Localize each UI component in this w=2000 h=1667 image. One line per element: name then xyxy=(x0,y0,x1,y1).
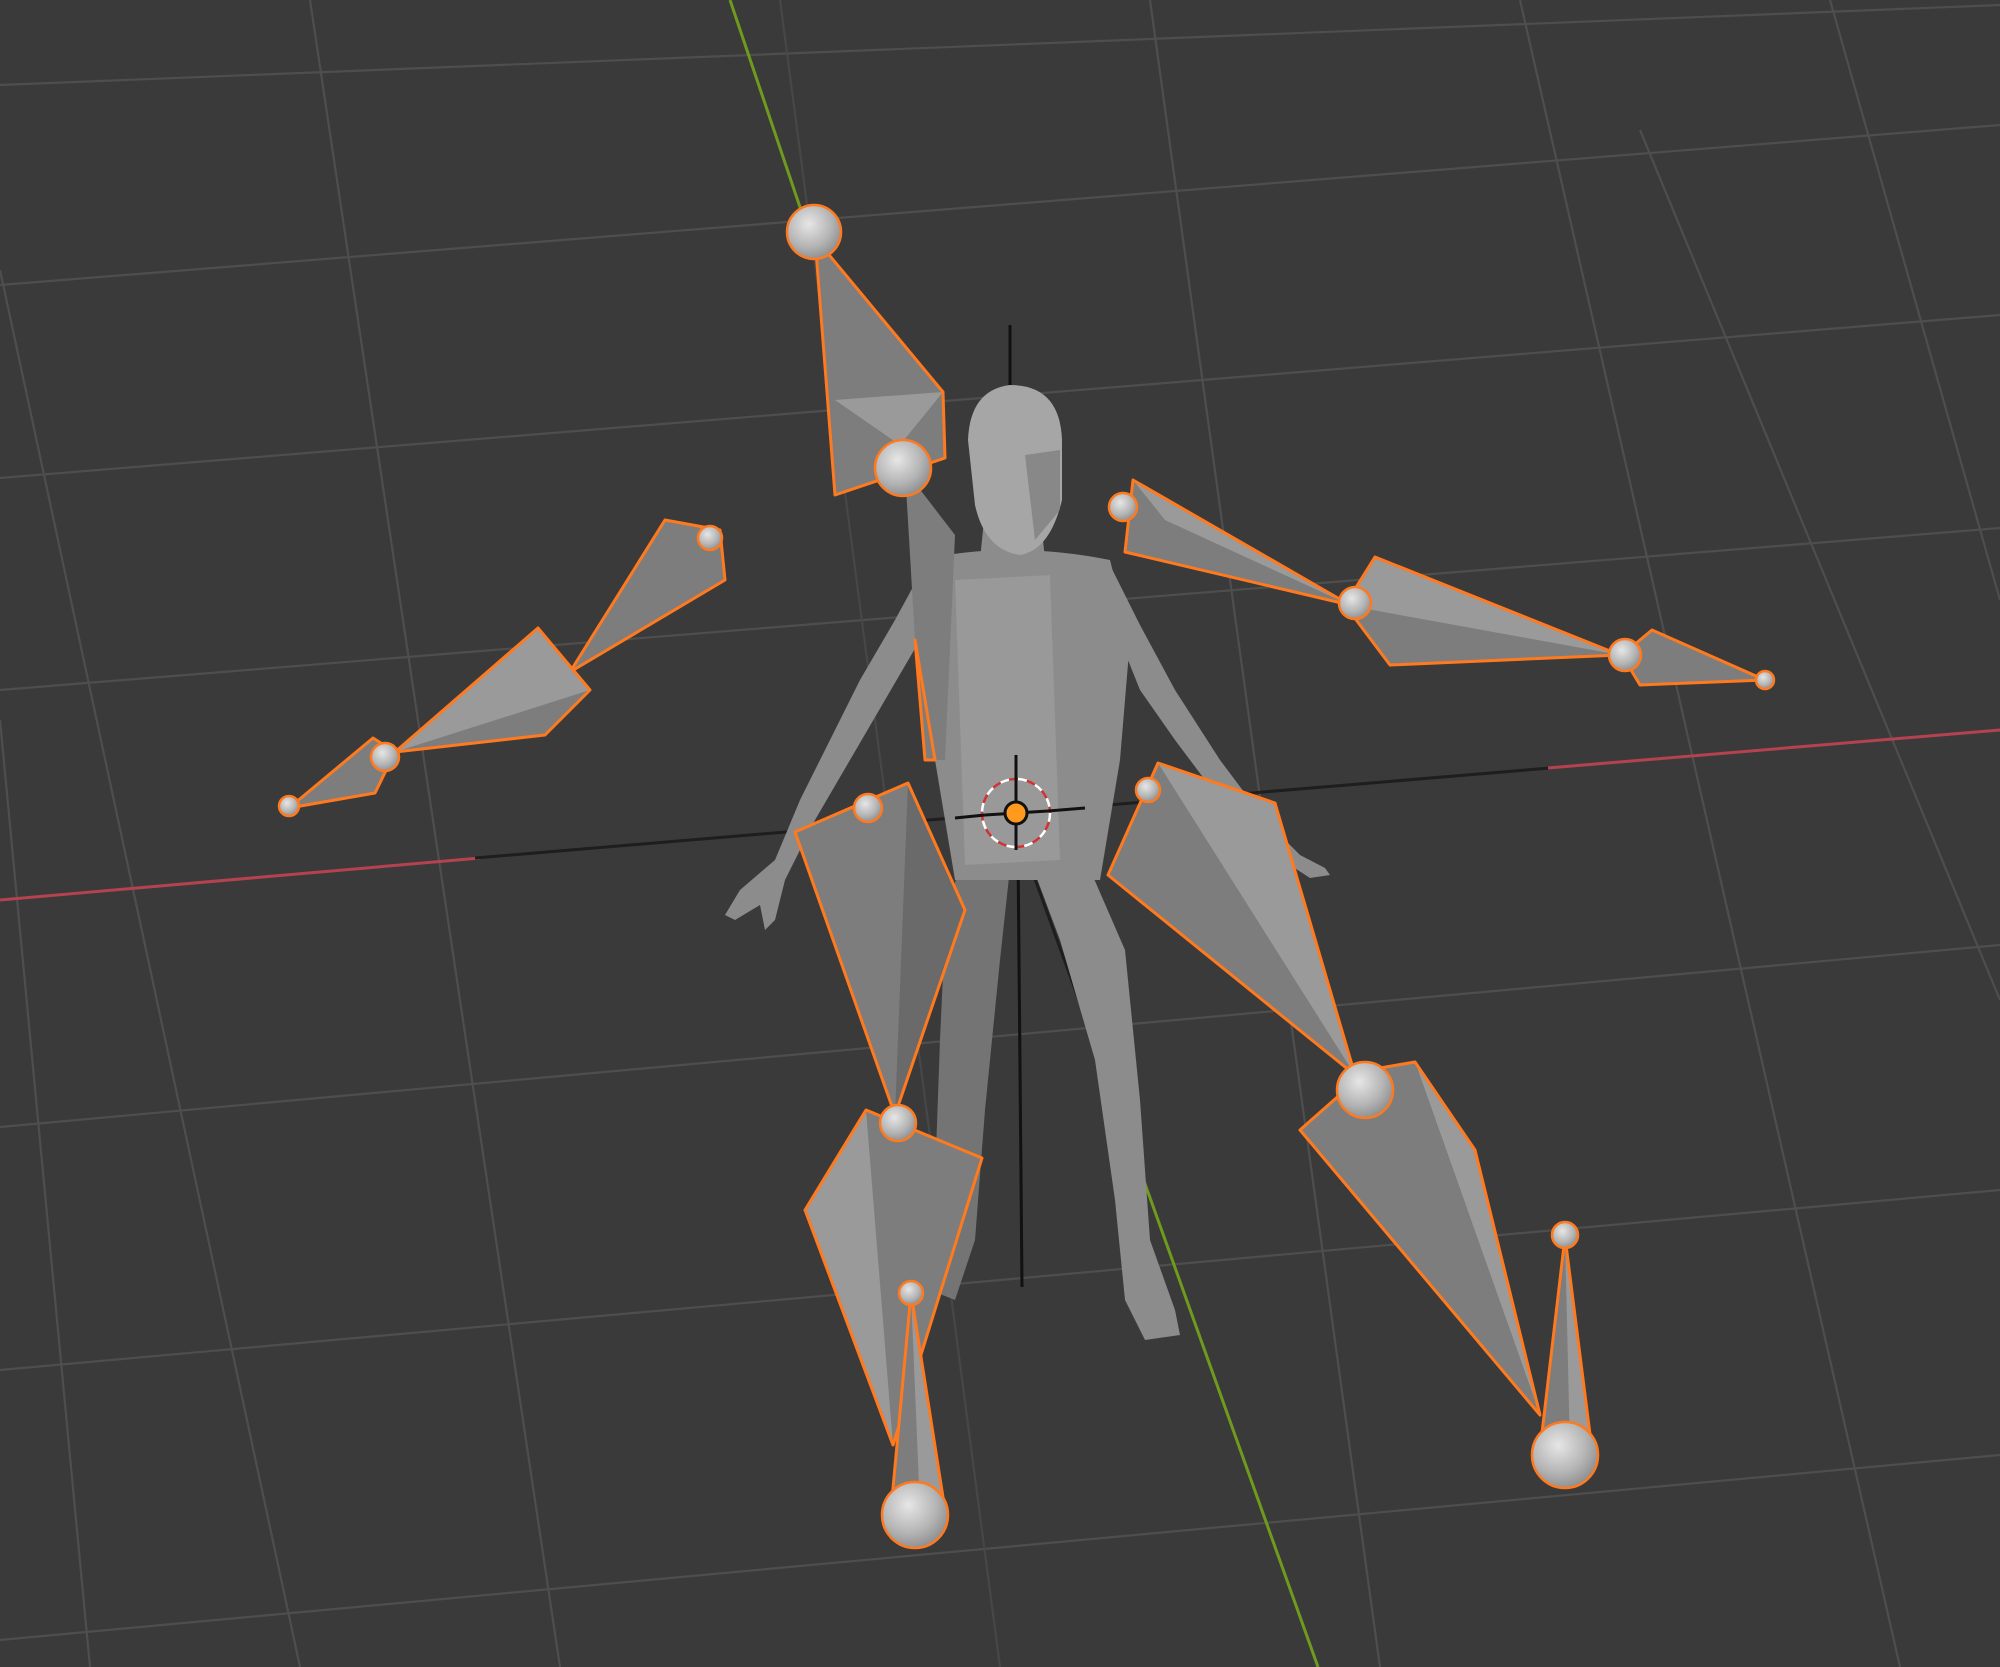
right-hand-bone[interactable] xyxy=(1620,628,1767,687)
joint-right-hip xyxy=(1134,776,1162,804)
joint-right-shoulder xyxy=(1107,491,1139,523)
joint-left-toe xyxy=(880,1480,950,1550)
joint-left-hip xyxy=(852,792,884,824)
joint-left-shoulder xyxy=(696,524,724,552)
right-shin-bone[interactable] xyxy=(1298,1060,1542,1417)
joint-right-ankle xyxy=(1550,1220,1580,1250)
joint-head-top xyxy=(785,203,843,261)
joint-right-knee xyxy=(1335,1060,1395,1120)
joint-left-elbow xyxy=(369,741,401,773)
joint-left-ankle xyxy=(897,1279,925,1307)
joint-left-knee xyxy=(878,1103,918,1143)
joint-right-wrist xyxy=(1607,637,1643,673)
joint-right-elbow xyxy=(1337,585,1373,621)
right-foot-bone[interactable] xyxy=(1538,1235,1594,1452)
right-thigh-bone[interactable] xyxy=(1106,761,1357,1077)
joint-left-wrist xyxy=(277,794,301,818)
viewport-canvas[interactable] xyxy=(0,0,2000,1667)
joint-right-toe xyxy=(1530,1420,1600,1490)
joint-right-hand-tip xyxy=(1754,669,1776,691)
left-forearm-bone[interactable] xyxy=(393,626,592,754)
right-upper-arm-bone[interactable] xyxy=(1123,478,1352,607)
3d-viewport[interactable] xyxy=(0,0,2000,1667)
joint-neck xyxy=(873,438,933,498)
origin-dot-icon[interactable] xyxy=(1003,800,1029,826)
right-forearm-bone[interactable] xyxy=(1343,555,1622,667)
